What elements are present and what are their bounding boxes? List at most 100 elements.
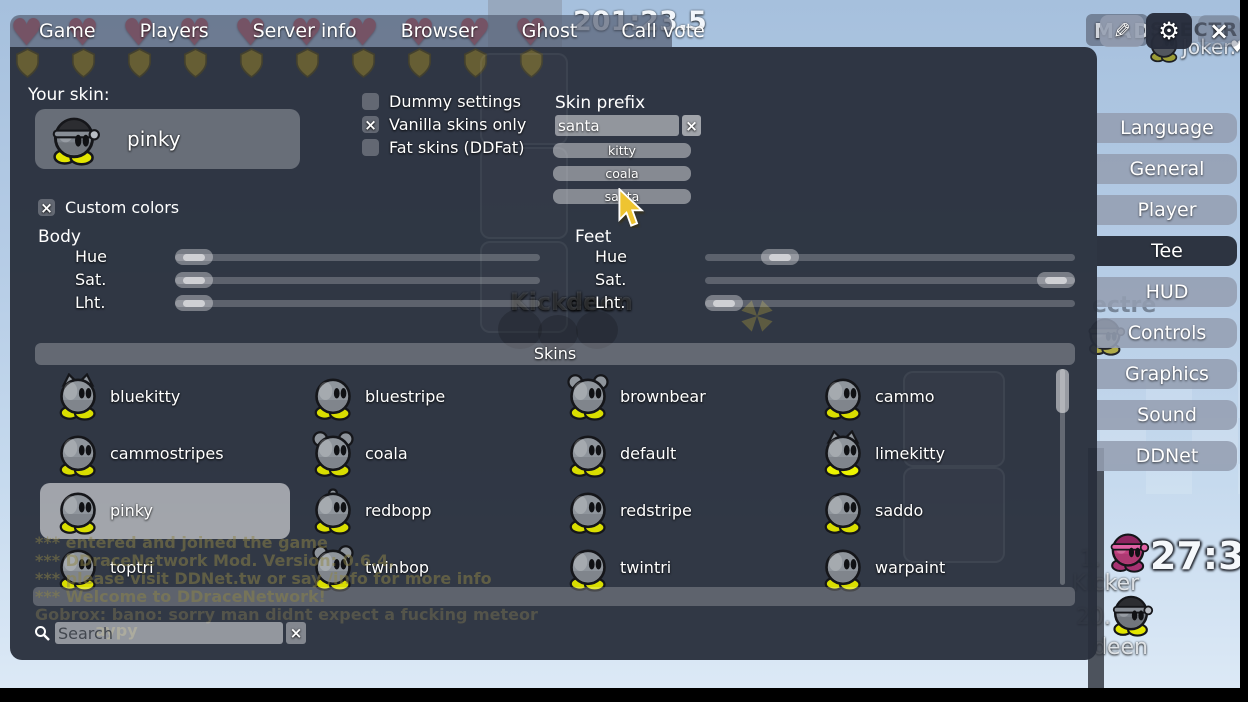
skin-item-name: cammo xyxy=(875,387,935,406)
letterbox-bottom xyxy=(0,688,1248,702)
menu-tab-ghost[interactable]: Ghost xyxy=(522,20,578,42)
option-checkbox[interactable] xyxy=(362,139,379,156)
tab-tee[interactable]: Tee xyxy=(1097,236,1237,266)
skin-item-name: limekitty xyxy=(875,444,945,463)
option-checkbox[interactable]: × xyxy=(362,116,379,133)
option-label: Fat skins (DDFat) xyxy=(389,138,524,157)
skin-item-name: saddo xyxy=(875,501,923,520)
tab-graphics[interactable]: Graphics xyxy=(1097,359,1237,389)
menu-bar: GamePlayersServer infoBrowserGhostCall v… xyxy=(10,15,672,47)
skin-item-name: coala xyxy=(365,444,408,463)
chat-line: *** entered and joined the game xyxy=(35,533,328,552)
search-input-wrap xyxy=(55,622,283,644)
option-label: Vanilla skins only xyxy=(389,115,526,134)
settings-sidebar: Language General Player Tee HUD Controls Graph… xyxy=(1097,113,1237,471)
close-icon: × xyxy=(1209,17,1229,45)
skin-item-redbopp[interactable]: redbopp xyxy=(295,483,545,539)
skin-item-saddo[interactable]: saddo xyxy=(805,483,1055,539)
prefix-suggestion-kitty[interactable]: kitty xyxy=(553,143,691,158)
slider-handle[interactable] xyxy=(175,249,213,265)
tab-sound[interactable]: Sound xyxy=(1097,400,1237,430)
option-checkbox[interactable] xyxy=(362,93,379,110)
slider-label-sat: Sat. xyxy=(75,270,106,289)
skin-item-name: bluekitty xyxy=(110,387,180,406)
slider-handle-grip xyxy=(183,300,205,307)
tab-ddnet[interactable]: DDNet xyxy=(1097,441,1237,471)
menu-tab-game[interactable]: Game xyxy=(39,20,96,42)
slider-handle[interactable] xyxy=(705,295,743,311)
slider-handle[interactable] xyxy=(175,272,213,288)
slider-track[interactable] xyxy=(175,300,540,307)
slider-handle[interactable] xyxy=(761,249,799,265)
skin-item-name: bluestripe xyxy=(365,387,445,406)
tab-controls[interactable]: Controls xyxy=(1097,318,1237,348)
skin-item-cammo[interactable]: cammo xyxy=(805,369,1055,425)
skin-item-name: cammostripes xyxy=(110,444,224,463)
spectator-time: 27:37 xyxy=(1150,534,1248,578)
prefix-suggestion-coala[interactable]: coala xyxy=(553,166,691,181)
edit-button: ✎ xyxy=(1100,15,1144,47)
skin-prefix-label: Skin prefix xyxy=(555,93,645,113)
skin-item-bluestripe[interactable]: bluestripe xyxy=(295,369,545,425)
menu-tab-players[interactable]: Players xyxy=(140,20,209,42)
chat-line: *** DDraceNetwork Mod. Version: 0.6.4, xyxy=(35,551,394,570)
slider-handle[interactable] xyxy=(175,295,213,311)
mouse-cursor xyxy=(612,188,648,232)
slider-label-hue: Hue xyxy=(595,247,627,266)
close-button: × xyxy=(1198,15,1240,47)
slider-label-lht: Lht. xyxy=(595,293,625,312)
custom-colors-row[interactable]: × Custom colors xyxy=(38,199,238,217)
tab-hud[interactable]: HUD xyxy=(1097,277,1237,307)
current-skin-box[interactable]: pinky xyxy=(35,109,300,169)
spectator-tee-pink xyxy=(1106,529,1150,577)
skin-prefix-clear-button[interactable]: × xyxy=(682,115,701,136)
your-skin-label: Your skin: xyxy=(28,85,110,105)
skin-item-limekitty[interactable]: limekitty xyxy=(805,426,1055,482)
skin-prefix-input[interactable] xyxy=(555,115,679,136)
skins-list-header: Skins xyxy=(35,343,1075,365)
pencil-icon: ✎ xyxy=(1113,19,1131,43)
spectator-tee-deen xyxy=(1108,591,1154,641)
skin-item-name: twintri xyxy=(620,558,671,577)
slider-label-lht: Lht. xyxy=(75,293,105,312)
current-skin-name: pinky xyxy=(127,127,181,151)
slider-label-hue: Hue xyxy=(75,247,107,266)
slider-track[interactable] xyxy=(705,300,1075,307)
skin-item-coala[interactable]: coala xyxy=(295,426,545,482)
search-clear-button[interactable]: × xyxy=(286,622,306,644)
slider-track[interactable] xyxy=(175,254,540,261)
skin-item-redstripe[interactable]: redstripe xyxy=(550,483,800,539)
slider-handle[interactable] xyxy=(1037,272,1075,288)
body-section-label: Body xyxy=(38,227,81,247)
skin-item-name: brownbear xyxy=(620,387,706,406)
slider-handle-grip xyxy=(713,300,735,307)
option-label: Dummy settings xyxy=(389,92,521,111)
skins-scrollbar-handle[interactable] xyxy=(1056,369,1069,413)
skin-item-name: pinky xyxy=(110,501,153,520)
skin-item-pinky[interactable]: pinky xyxy=(40,483,290,539)
letterbox-right xyxy=(1240,0,1248,702)
skin-item-default[interactable]: default xyxy=(550,426,800,482)
menu-tab-call-vote[interactable]: Call vote xyxy=(621,20,705,42)
menu-tab-server-info[interactable]: Server info xyxy=(253,20,357,42)
slider-handle-grip xyxy=(183,254,205,261)
chat-line: *** Welcome to DDraceNetwork! xyxy=(35,587,326,606)
tab-general[interactable]: General xyxy=(1097,154,1237,184)
slider-handle-grip xyxy=(1045,277,1067,284)
search-input[interactable] xyxy=(55,622,283,644)
slider-track[interactable] xyxy=(705,277,1075,284)
tab-player[interactable]: Player xyxy=(1097,195,1237,225)
menu-tab-browser[interactable]: Browser xyxy=(401,20,478,42)
settings-button: ⚙ xyxy=(1146,13,1192,49)
slider-handle-grip xyxy=(183,277,205,284)
slider-track[interactable] xyxy=(175,277,540,284)
skin-prefix-input-wrap xyxy=(555,115,679,136)
tab-language[interactable]: Language xyxy=(1097,113,1237,143)
settings-panel: Kicker deen Your skin: pinky Dummy setti… xyxy=(10,47,1097,660)
gear-icon: ⚙ xyxy=(1158,17,1180,45)
skin-item-name: warpaint xyxy=(875,558,945,577)
skin-item-cammostripes[interactable]: cammostripes xyxy=(40,426,290,482)
custom-colors-checkbox[interactable]: × xyxy=(38,199,55,216)
skin-item-bluekitty[interactable]: bluekitty xyxy=(40,369,290,425)
skin-item-brownbear[interactable]: brownbear xyxy=(550,369,800,425)
